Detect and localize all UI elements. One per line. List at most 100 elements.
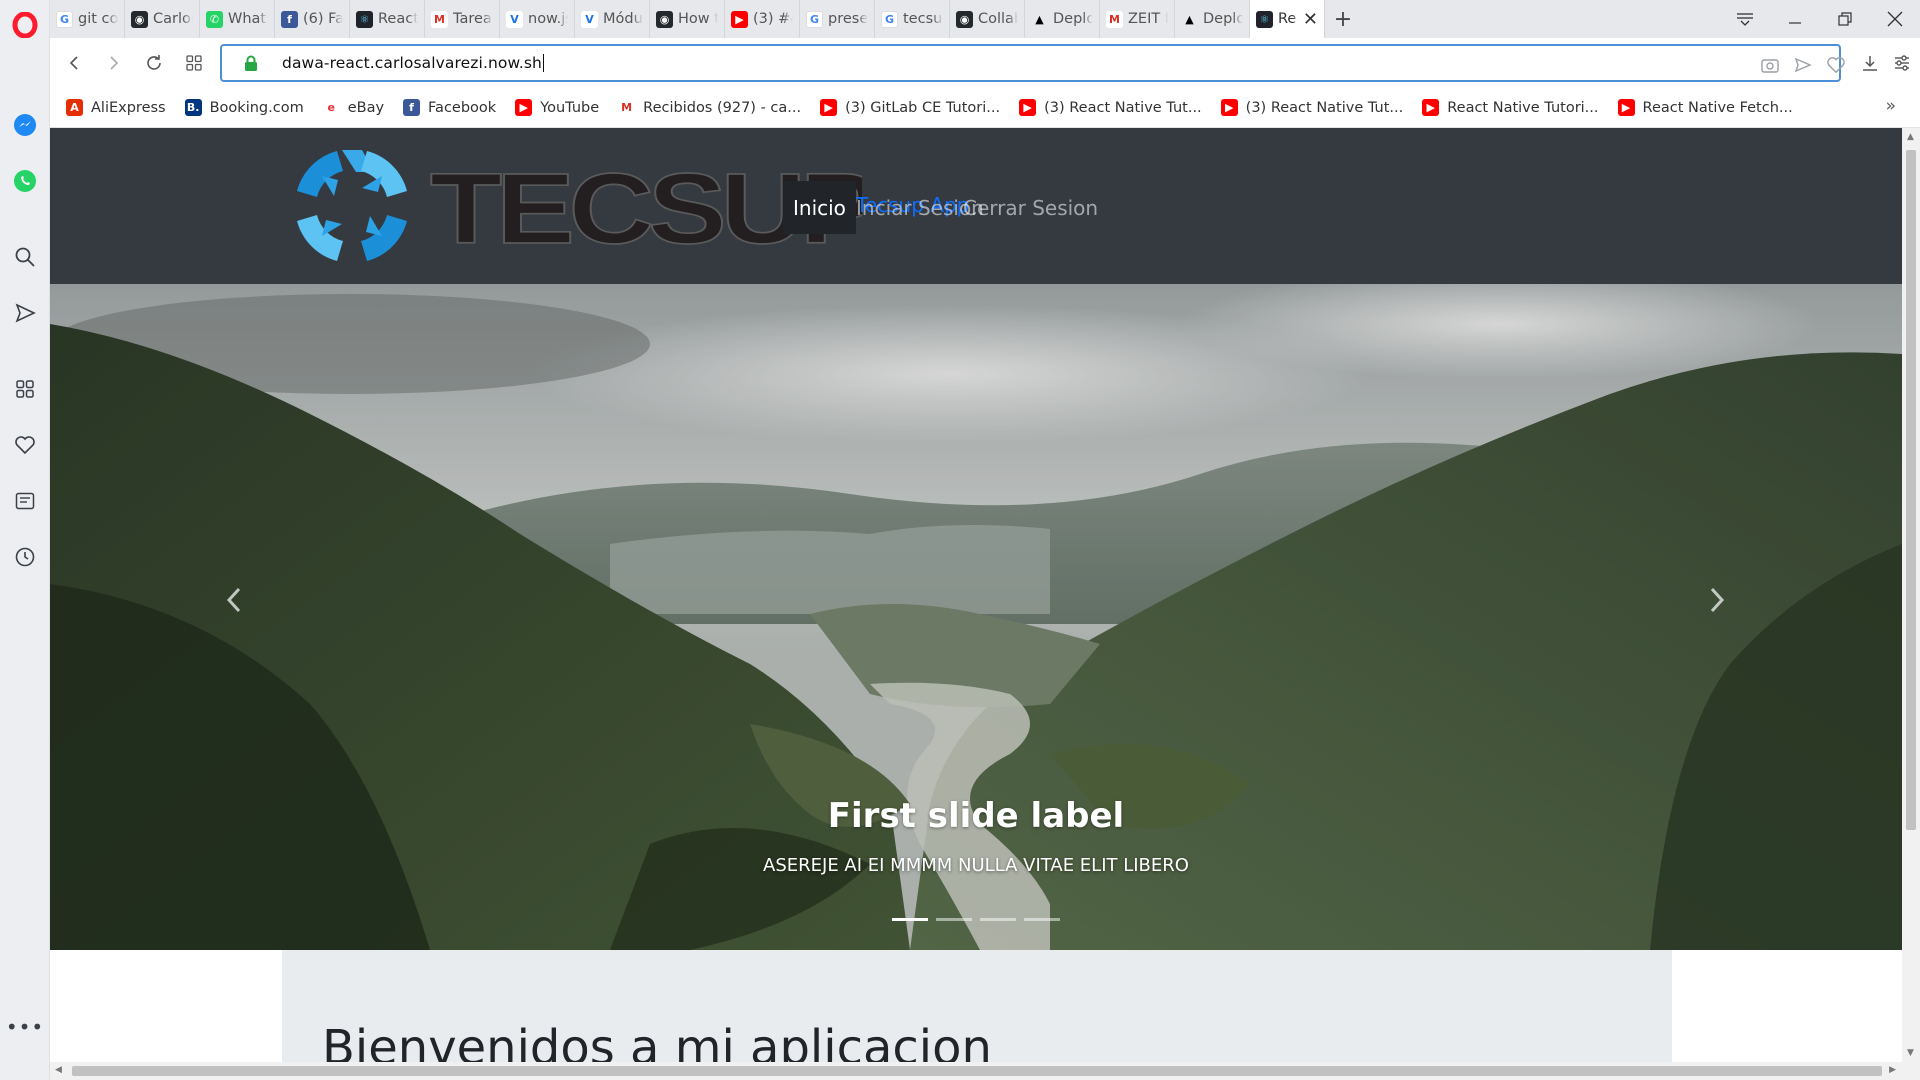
- horizontal-scroll-thumb[interactable]: [72, 1066, 1882, 1076]
- tab-active[interactable]: ⚛ Rea ✕: [1250, 0, 1325, 38]
- tab[interactable]: Ggit com: [50, 0, 125, 38]
- bookmarks-bar: A AliExpress B. Booking.com e eBay f Facebook ▶ Y…: [50, 88, 1920, 128]
- tab[interactable]: ◉ CarlosA: [125, 0, 200, 38]
- close-tab-icon[interactable]: ✕: [1303, 9, 1318, 30]
- tab-label: React A: [378, 11, 418, 27]
- gmail-icon: M: [618, 99, 636, 116]
- vertical-scroll-thumb[interactable]: [1906, 150, 1916, 830]
- bookmarks-heart-icon[interactable]: [10, 430, 40, 460]
- more-options-icon[interactable]: •••: [6, 1012, 43, 1042]
- carousel-indicator[interactable]: [1024, 918, 1060, 921]
- url-field[interactable]: dawa-react.carlosalvarezi.now.sh: [220, 44, 1845, 82]
- bookmark-item[interactable]: ▶ React Native Tutori...: [1422, 99, 1599, 116]
- downloads-icon[interactable]: [1852, 45, 1888, 81]
- search-icon[interactable]: [10, 242, 40, 272]
- bookmark-item[interactable]: f Facebook: [403, 99, 496, 116]
- carousel-indicators: [50, 918, 1902, 921]
- tabs-grid-icon[interactable]: [176, 45, 212, 81]
- bookmark-item[interactable]: ▶ (3) React Native Tut...: [1019, 99, 1202, 116]
- nav-inicio[interactable]: Inicio: [783, 181, 856, 234]
- easy-setup-icon[interactable]: [1884, 45, 1920, 81]
- history-icon[interactable]: [10, 542, 40, 572]
- bookmark-label: YouTube: [540, 99, 600, 116]
- gmail-icon: M: [1106, 10, 1123, 28]
- tab[interactable]: Gtecsup: [875, 0, 950, 38]
- tab[interactable]: Gpresent: [800, 0, 875, 38]
- minimize-icon[interactable]: [1770, 0, 1820, 38]
- lock-icon[interactable]: [244, 55, 258, 75]
- google-icon: G: [56, 10, 73, 28]
- bookmarks-overflow-button[interactable]: »: [1886, 96, 1896, 116]
- speed-dial-icon[interactable]: [10, 374, 40, 404]
- tab[interactable]: V Módulo: [575, 0, 650, 38]
- nav-cerrar-sesion[interactable]: Cerrar Sesion: [953, 181, 1108, 234]
- bookmark-item[interactable]: A AliExpress: [66, 99, 166, 116]
- tab[interactable]: ✆ WhatsA: [200, 0, 275, 38]
- tab[interactable]: ⚛ React A: [350, 0, 425, 38]
- snapshot-icon[interactable]: [1759, 54, 1781, 76]
- tab[interactable]: ◉ Collabo: [950, 0, 1025, 38]
- tab-label: tecsup: [903, 11, 943, 27]
- tab-label: now.jso: [528, 11, 568, 27]
- booking-icon: B.: [184, 99, 202, 116]
- horizontal-scrollbar[interactable]: ◀ ▶: [50, 1062, 1920, 1080]
- v-icon: V: [581, 10, 598, 28]
- close-window-icon[interactable]: [1870, 0, 1920, 38]
- bookmark-label: (3) GitLab CE Tutori...: [845, 99, 1001, 116]
- reload-icon[interactable]: [136, 45, 172, 81]
- tab-label: (3) #4 R: [753, 11, 793, 27]
- tab[interactable]: ▶ (3) #4 R: [725, 0, 800, 38]
- send-icon[interactable]: [10, 298, 40, 328]
- bookmark-item[interactable]: M Recibidos (927) - ca...: [618, 99, 801, 116]
- bookmark-item[interactable]: B. Booking.com: [184, 99, 304, 116]
- whatsapp-icon: ✆: [206, 10, 223, 28]
- facebook-icon: f: [403, 99, 421, 116]
- back-icon[interactable]: [56, 45, 92, 81]
- tab[interactable]: ◉ How to: [650, 0, 725, 38]
- v-icon: V: [506, 10, 523, 28]
- jumbotron: Bienvenidos a mi aplicacion: [282, 950, 1672, 1062]
- tab-label: Rea: [1278, 11, 1298, 27]
- messenger-icon[interactable]: [10, 110, 40, 140]
- carousel-next-button[interactable]: [1687, 570, 1747, 630]
- bookmark-label: React Native Fetch...: [1642, 99, 1793, 116]
- tab-label: present: [828, 11, 868, 27]
- url-text[interactable]: dawa-react.carlosalvarezi.now.sh: [282, 54, 542, 72]
- tab-bar: Ggit com ◉ CarlosA ✆ WhatsA f (6) Face ⚛ React A…: [50, 0, 1920, 38]
- carousel-indicator[interactable]: [980, 918, 1016, 921]
- react-icon: ⚛: [1256, 10, 1273, 28]
- youtube-icon: ▶: [1019, 99, 1037, 116]
- site-navbar: TECSUP Tecsup App Inicio Inciar Sesion C…: [50, 128, 1902, 284]
- carousel-indicator[interactable]: [892, 918, 928, 921]
- bookmark-item[interactable]: ▶ React Native Fetch...: [1617, 99, 1793, 116]
- bookmark-item[interactable]: ▶ YouTube: [515, 99, 599, 116]
- carousel-indicator[interactable]: [936, 918, 972, 921]
- tab-label: ZEIT Lo: [1128, 11, 1168, 27]
- bookmark-item[interactable]: ▶ (3) React Native Tut...: [1220, 99, 1403, 116]
- new-tab-button[interactable]: +: [1325, 0, 1361, 38]
- bookmark-item[interactable]: ▶ (3) GitLab CE Tutori...: [820, 99, 1000, 116]
- tab[interactable]: M ZEIT Lo: [1100, 0, 1175, 38]
- tab[interactable]: ▲ Deploy: [1025, 0, 1100, 38]
- bookmark-heart-icon[interactable]: [1825, 54, 1847, 76]
- restore-icon[interactable]: [1820, 0, 1870, 38]
- forward-icon[interactable]: [96, 45, 132, 81]
- react-icon: ⚛: [356, 10, 373, 28]
- opera-menu-icon[interactable]: [10, 10, 40, 40]
- whatsapp-icon[interactable]: [10, 166, 40, 196]
- bookmark-label: AliExpress: [91, 99, 166, 116]
- tab[interactable]: ▲ Deploy: [1175, 0, 1250, 38]
- vertical-scrollbar[interactable]: ▲ ▼: [1902, 128, 1920, 1062]
- tab-menu-icon[interactable]: [1720, 0, 1770, 38]
- chevron-right-icon: [1710, 587, 1725, 613]
- send-page-icon[interactable]: [1792, 54, 1814, 76]
- tecsup-logo[interactable]: TECSUP: [282, 136, 882, 276]
- tab-label: WhatsA: [228, 11, 268, 27]
- tab[interactable]: Vnow.jso: [500, 0, 575, 38]
- tab[interactable]: M Tarea c: [425, 0, 500, 38]
- bookmark-item[interactable]: e eBay: [322, 99, 384, 116]
- carousel-prev-button[interactable]: [204, 570, 264, 630]
- tab[interactable]: f (6) Face: [275, 0, 350, 38]
- opera-sidebar: •••: [0, 0, 50, 1080]
- news-icon[interactable]: [10, 486, 40, 516]
